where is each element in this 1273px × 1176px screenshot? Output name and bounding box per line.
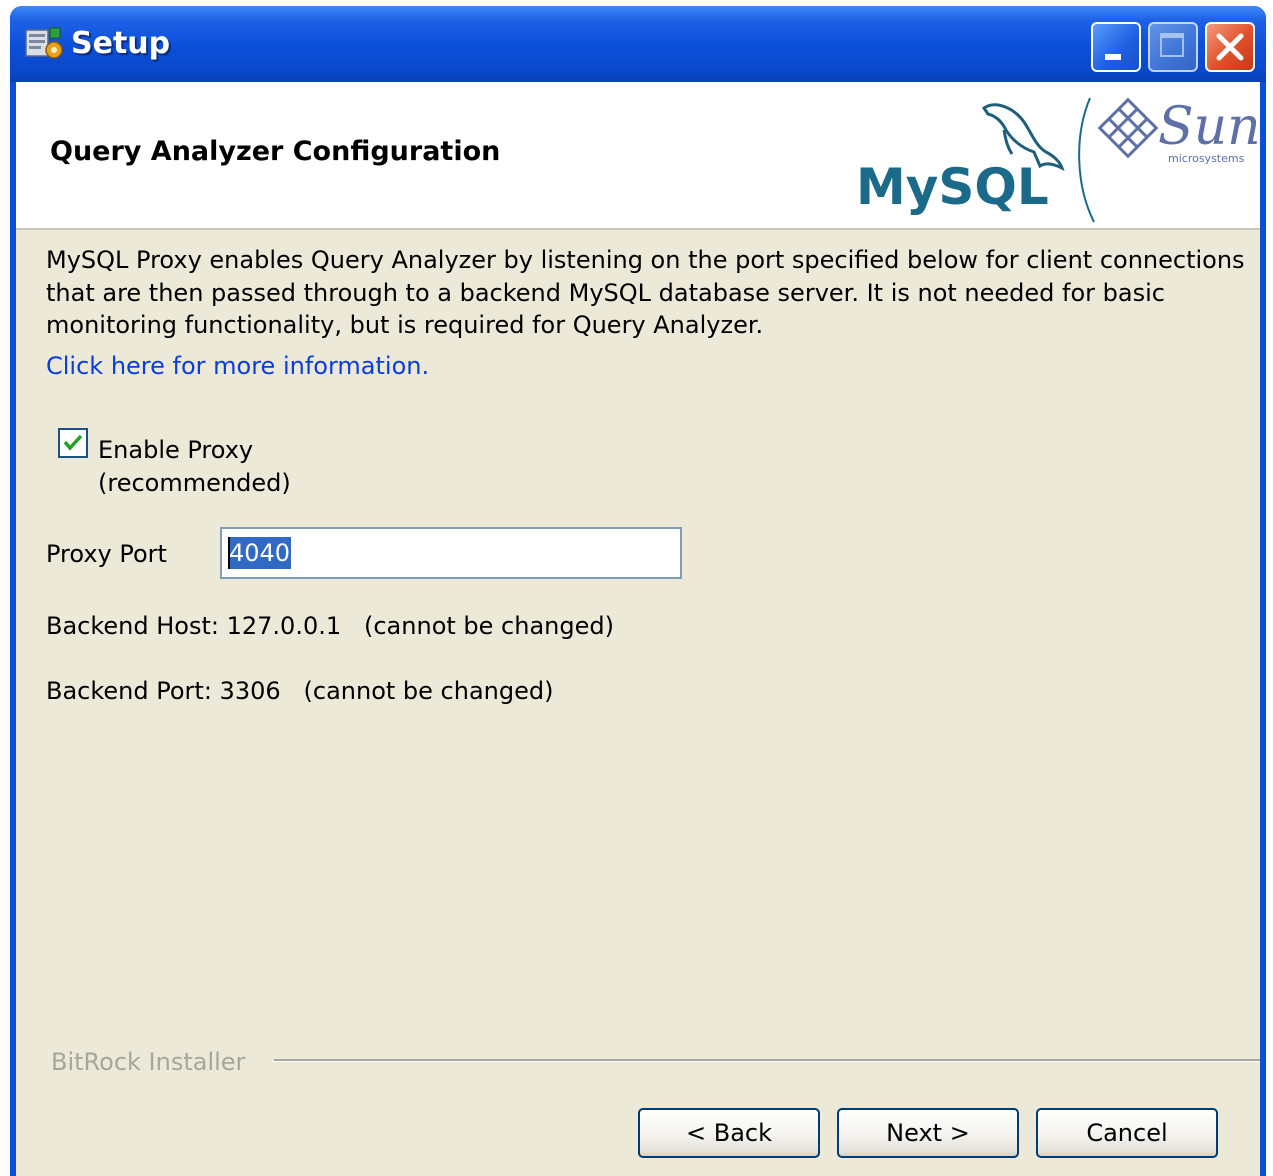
close-button[interactable] — [1205, 22, 1255, 72]
minimize-icon — [1105, 54, 1121, 60]
mysql-logo-text: MySQL — [856, 158, 1049, 216]
dialog-client-area: Query Analyzer Configuration MySQL Sun m… — [16, 82, 1260, 1176]
screen-edge — [1266, 0, 1273, 1176]
sun-logo-subtext: microsystems — [1168, 152, 1245, 165]
backend-host-text: Backend Host: 127.0.0.1 (cannot be chang… — [46, 612, 614, 640]
mysql-sun-logo: MySQL Sun microsystems — [856, 97, 1260, 223]
setup-window: Setup Query Analyzer Configuration MySQL — [10, 6, 1266, 1176]
next-button[interactable]: Next > — [837, 1108, 1019, 1158]
cancel-button[interactable]: Cancel — [1036, 1108, 1218, 1158]
proxy-port-label: Proxy Port — [46, 540, 167, 568]
wizard-header: Query Analyzer Configuration MySQL Sun m… — [16, 82, 1260, 230]
backend-port-text: Backend Port: 3306 (cannot be changed) — [46, 677, 554, 705]
enable-proxy-label-line1: Enable Proxy — [98, 436, 254, 464]
text-caret — [228, 537, 230, 569]
window-title: Setup — [71, 26, 171, 61]
minimize-button[interactable] — [1091, 22, 1141, 72]
checkmark-icon — [63, 434, 83, 451]
more-info-link[interactable]: Click here for more information. — [46, 352, 429, 380]
back-button[interactable]: < Back — [638, 1108, 820, 1158]
enable-proxy-label[interactable]: Enable Proxy (recommended) — [98, 434, 291, 500]
description-text: MySQL Proxy enables Query Analyzer by li… — [46, 246, 1245, 339]
page-title: Query Analyzer Configuration — [50, 136, 501, 167]
close-icon — [1216, 33, 1244, 61]
sun-logo-text: Sun — [1158, 97, 1260, 157]
installer-brand: BitRock Installer — [51, 1048, 246, 1076]
maximize-button[interactable] — [1148, 22, 1198, 72]
enable-proxy-checkbox[interactable] — [58, 428, 88, 458]
sun-diamond-icon — [1097, 97, 1159, 159]
footer-separator — [274, 1059, 1260, 1062]
setup-app-icon — [25, 27, 63, 59]
title-bar[interactable]: Setup — [10, 6, 1266, 82]
enable-proxy-label-line2: (recommended) — [98, 469, 291, 497]
proxy-port-value: 4040 — [228, 537, 292, 569]
maximize-icon — [1160, 33, 1184, 57]
proxy-port-input[interactable]: 4040 — [220, 527, 682, 579]
